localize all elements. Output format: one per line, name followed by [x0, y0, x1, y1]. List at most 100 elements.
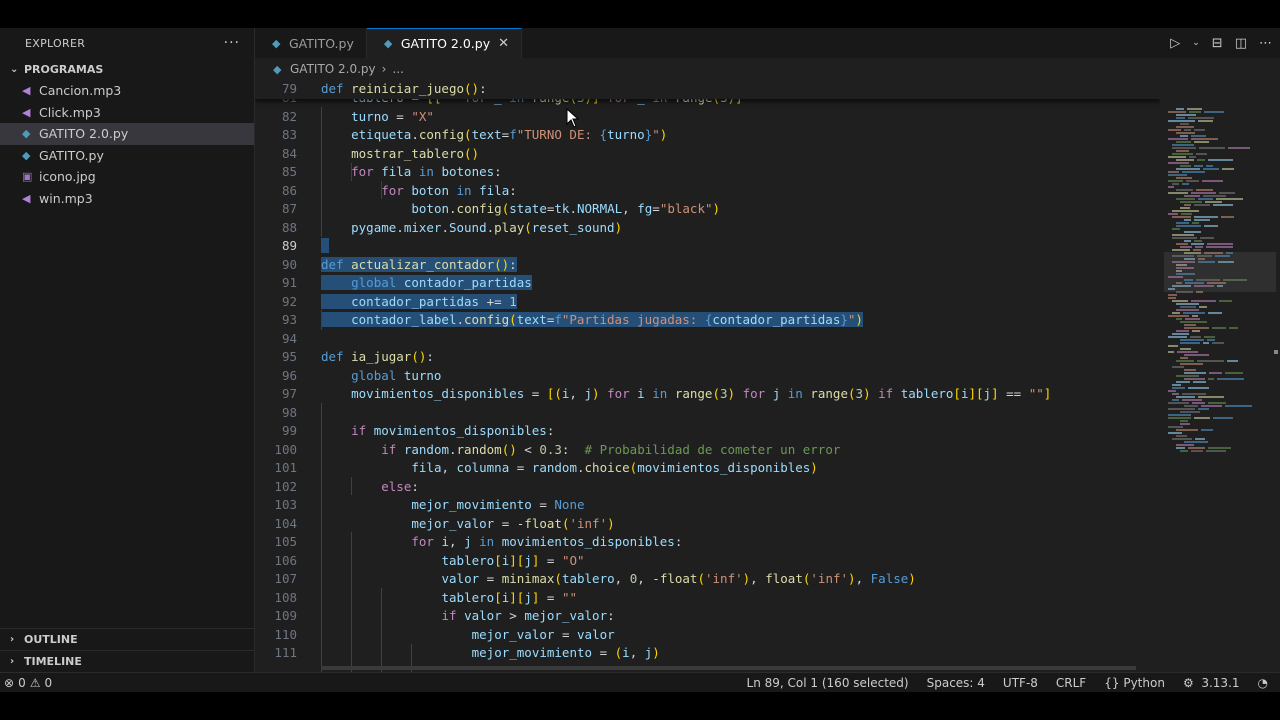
indent-guide — [321, 107, 322, 237]
line-number: 107 — [274, 571, 297, 586]
code-line[interactable]: 98 — [255, 404, 1160, 423]
code-line[interactable]: 88 pygame.mixer.Sound.play(reset_sound) — [255, 219, 1160, 238]
file-item[interactable]: ◀ win.mp3 — [0, 188, 254, 210]
split-editor-icon[interactable]: ◫ — [1235, 36, 1247, 51]
indent-guide — [381, 181, 382, 199]
code-line[interactable]: 94 — [255, 330, 1160, 349]
chevron-down-icon[interactable]: ⌄ — [1192, 38, 1200, 48]
code-line[interactable]: 89 — [255, 237, 1160, 256]
timeline-section[interactable]: › TIMELINE — [0, 650, 254, 672]
code-text: def reiniciar_juego(): — [321, 81, 487, 96]
cursor-position[interactable]: Ln 89, Col 1 (160 selected) — [747, 676, 909, 690]
file-item[interactable]: ▣ icono.jpg — [0, 166, 254, 188]
code-line[interactable]: 95 def ia_jugar(): — [255, 348, 1160, 367]
code-line[interactable]: 101 fila, columna = random.choice(movimi… — [255, 459, 1160, 478]
line-number: 99 — [281, 423, 297, 438]
line-number: 82 — [281, 108, 297, 124]
code-text: pygame.mixer.Sound.play(reset_sound) — [351, 219, 623, 235]
vertical-scrollbar[interactable] — [1272, 80, 1280, 672]
encoding[interactable]: UTF-8 — [1003, 676, 1038, 690]
code-line[interactable]: 106 tablero[i][j] = "O" — [255, 552, 1160, 571]
language-mode[interactable]: {} Python — [1104, 676, 1165, 690]
timeline-label: TIMELINE — [24, 655, 82, 668]
code-line[interactable]: 84 mostrar_tablero() — [255, 145, 1160, 164]
minimap[interactable] — [1160, 80, 1280, 460]
breadcrumb-rest[interactable]: ... — [392, 62, 403, 76]
code-line[interactable]: 100 if random.random() < 0.3: # Probabil… — [255, 441, 1160, 460]
audio-file-icon: ◀ — [22, 84, 31, 98]
open-changes-icon[interactable]: ⊟ — [1212, 36, 1223, 51]
more-actions-icon[interactable]: ⋯ — [1259, 36, 1272, 51]
line-number: 104 — [274, 515, 297, 531]
file-label: GATITO.py — [39, 147, 104, 163]
code-line[interactable]: 96 global turno — [255, 367, 1160, 386]
code-line[interactable]: 108 tablero[i][j] = "" — [255, 589, 1160, 608]
code-line[interactable]: 82 turno = "X" — [255, 108, 1160, 127]
file-label: Click.mp3 — [39, 104, 101, 120]
line-number: 79 — [281, 81, 297, 96]
explorer-title: EXPLORER — [25, 36, 86, 50]
tab-gatito-2[interactable]: ◆ GATITO 2.0.py ✕ — [366, 28, 523, 58]
line-number: 91 — [281, 275, 297, 290]
file-item[interactable]: ◀ Cancion.mp3 — [0, 80, 254, 102]
code-line[interactable]: 111 mejor_movimiento = (i, j) — [255, 644, 1160, 663]
more-actions-icon[interactable]: ··· — [224, 35, 240, 51]
language-label: Python — [1123, 675, 1165, 690]
line-number: 106 — [274, 552, 297, 568]
file-item[interactable]: ◆ GATITO.py — [0, 145, 254, 167]
sticky-scroll-line[interactable]: 79 def reiniciar_juego(): — [255, 80, 1160, 99]
code-text: global contador_partidas — [321, 274, 532, 293]
close-icon[interactable]: ✕ — [498, 36, 509, 51]
audio-file-icon: ◀ — [22, 191, 31, 205]
code-line[interactable]: 107 valor = minimax(tablero, 0, -float('… — [255, 570, 1160, 589]
line-number: 92 — [281, 293, 297, 309]
indentation[interactable]: Spaces: 4 — [927, 676, 985, 690]
code-line[interactable]: 97 movimientos_disponibles = [(i, j) for… — [255, 385, 1160, 404]
code-text — [321, 237, 329, 256]
code-line[interactable]: 91 global contador_partidas — [255, 274, 1160, 293]
code-line[interactable]: 104 mejor_valor = -float('inf') — [255, 515, 1160, 534]
tab-gatito[interactable]: ◆ GATITO.py — [255, 28, 367, 58]
code-editor[interactable]: 81 tablero = [["" for _ in range(3)] for… — [255, 80, 1160, 672]
code-line[interactable]: 93 contador_label.config(text=f"Partidas… — [255, 311, 1160, 330]
file-label: GATITO 2.0.py — [39, 126, 129, 142]
line-number: 87 — [281, 201, 297, 216]
line-number: 102 — [274, 478, 297, 494]
notifications-icon[interactable]: ◔ — [1258, 676, 1268, 690]
code-line[interactable]: 105 for i, j in movimientos_disponibles: — [255, 533, 1160, 552]
code-line[interactable]: 85 for fila in botones: — [255, 163, 1160, 182]
code-text: mejor_valor = -float('inf') — [411, 515, 615, 531]
code-line[interactable]: 87 boton.config(state=tk.NORMAL, fg="bla… — [255, 200, 1160, 219]
code-line[interactable]: 83 etiqueta.config(text=f"TURNO DE: {tur… — [255, 126, 1160, 145]
code-line[interactable]: 102 else: — [255, 478, 1160, 497]
problems-indicator[interactable]: ⊗ 0 ⚠ 0 — [4, 676, 52, 690]
file-item[interactable]: ◆ GATITO 2.0.py — [0, 123, 254, 145]
minimap-viewport[interactable] — [1164, 252, 1276, 292]
line-number: 95 — [281, 349, 297, 364]
code-text: tablero[i][j] = "" — [441, 589, 578, 605]
line-number: 101 — [274, 460, 297, 475]
code-line[interactable]: 110 mejor_valor = valor — [255, 626, 1160, 645]
code-text: boton.config(state=tk.NORMAL, fg="black"… — [411, 201, 721, 216]
line-number: 86 — [281, 182, 297, 198]
breadcrumb-file[interactable]: GATITO 2.0.py — [290, 62, 376, 76]
code-line[interactable]: 92 contador_partidas += 1 — [255, 293, 1160, 312]
line-number: 89 — [281, 238, 297, 253]
outline-section[interactable]: › OUTLINE — [0, 628, 254, 650]
warning-icon: ⚠ — [29, 675, 41, 690]
line-endings[interactable]: CRLF — [1056, 676, 1086, 690]
run-icon[interactable]: ▷ — [1170, 36, 1180, 51]
code-line[interactable]: 90 def actualizar_contador(): — [255, 256, 1160, 275]
file-item[interactable]: ◀ Click.mp3 — [0, 102, 254, 124]
code-text: for boton in fila: — [381, 182, 517, 198]
code-line[interactable]: 103 mejor_movimiento = None — [255, 496, 1160, 515]
status-bar: ⊗ 0 ⚠ 0 Ln 89, Col 1 (160 selected) Spac… — [0, 672, 1280, 692]
code-line[interactable]: 99 if movimientos_disponibles: — [255, 422, 1160, 441]
python-interpreter[interactable]: ⚙ 3.13.1 — [1183, 676, 1240, 690]
code-line[interactable]: 109 if valor > mejor_valor: — [255, 607, 1160, 626]
code-line[interactable]: 86 for boton in fila: — [255, 182, 1160, 201]
tab-label: GATITO 2.0.py — [400, 36, 491, 51]
folder-programas[interactable]: ⌄ PROGRAMAS — [0, 58, 254, 80]
code-text: if movimientos_disponibles: — [351, 423, 555, 438]
horizontal-scrollbar[interactable] — [321, 666, 1136, 670]
